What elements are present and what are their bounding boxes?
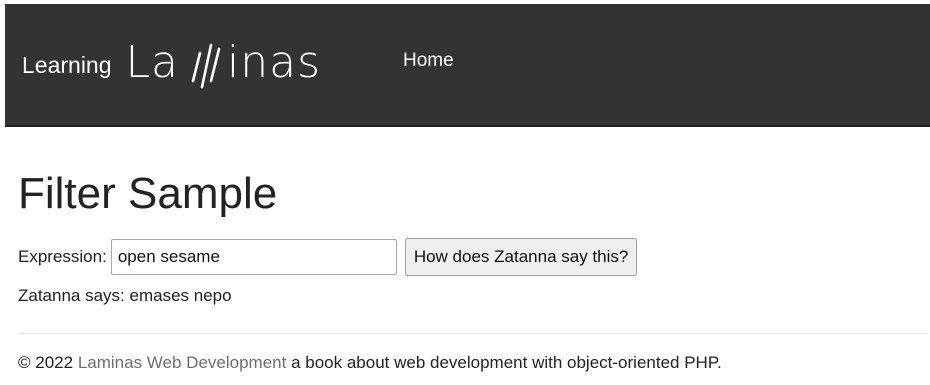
expression-input[interactable] xyxy=(110,239,397,275)
submit-button[interactable]: How does Zatanna say this? xyxy=(404,238,638,276)
footer-book-link[interactable]: Laminas Web Development xyxy=(78,353,287,372)
logo-slashes-icon xyxy=(191,43,221,89)
footer-tagline: a book about web development with object… xyxy=(291,353,722,372)
footer: © 2022 Laminas Web Development a book ab… xyxy=(18,353,722,373)
page: Learning La inas Home Filter Sample Expr… xyxy=(0,0,930,385)
brand-prefix: Learning xyxy=(22,51,112,78)
footer-divider xyxy=(18,333,928,334)
logo-text-end: inas xyxy=(227,36,322,88)
filter-form: Expression: How does Zatanna say this? xyxy=(18,236,638,278)
navbar: Learning La inas Home xyxy=(5,4,930,127)
page-title: Filter Sample xyxy=(18,169,278,218)
laminas-logo: La inas xyxy=(126,27,321,97)
footer-copyright: © 2022 xyxy=(18,353,74,372)
result-text: Zatanna says: emases nepo xyxy=(18,286,232,305)
expression-label: Expression: xyxy=(18,247,107,266)
logo-text-start: La xyxy=(125,36,180,88)
brand-link[interactable]: Learning La inas xyxy=(22,22,321,102)
nav-home-link[interactable]: Home xyxy=(403,50,454,72)
